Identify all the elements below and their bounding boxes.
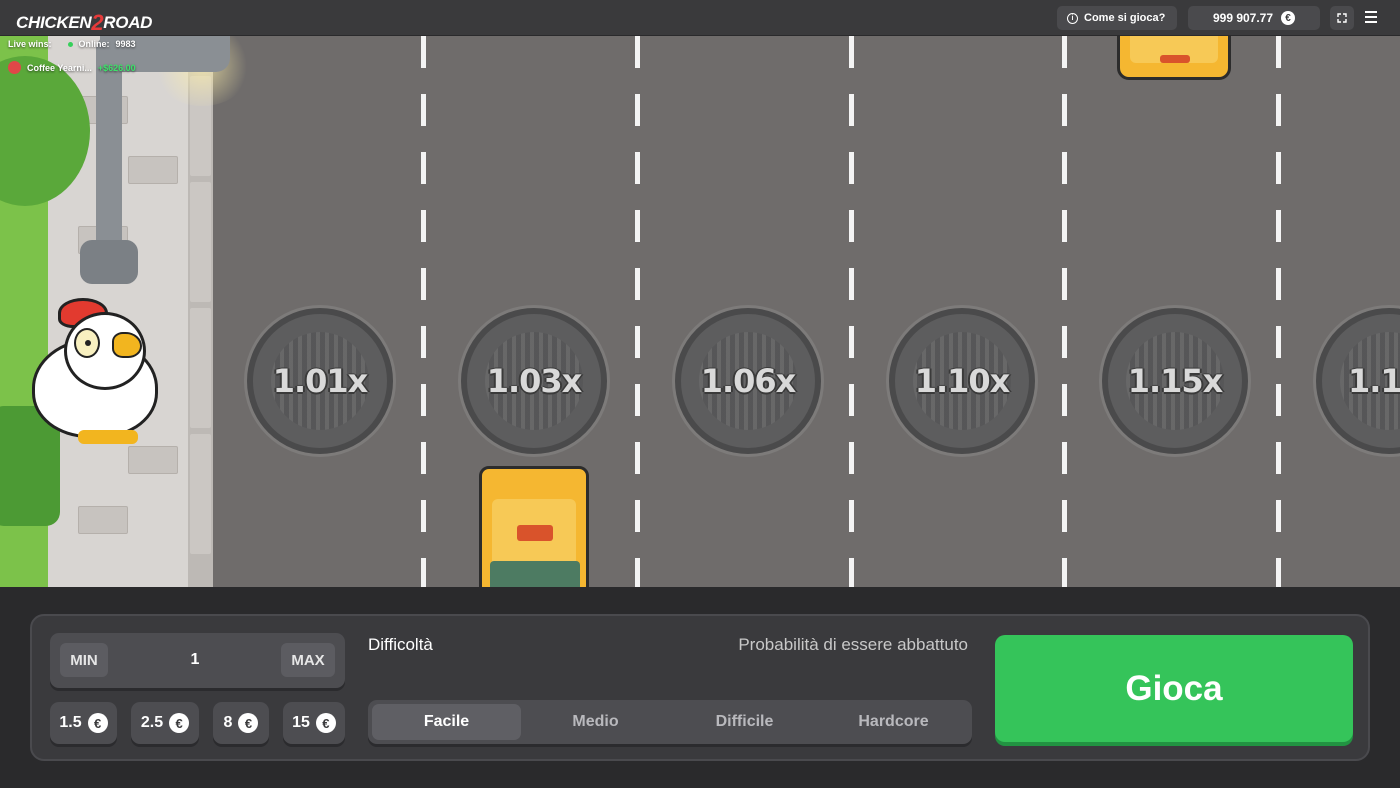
- logo-part-chicken: CHICKEN: [16, 13, 92, 32]
- quick-bet-value: 15: [292, 714, 310, 731]
- lane-divider: [635, 36, 640, 587]
- difficulty-selector: Facile Medio Difficile Hardcore: [368, 700, 972, 744]
- how-to-play-button[interactable]: i Come si gioca?: [1057, 6, 1177, 30]
- euro-icon: €: [238, 713, 259, 733]
- lane-divider: [1062, 36, 1067, 587]
- multiplier-label: 1.03x: [486, 362, 583, 400]
- menu-icon-line: [1365, 21, 1377, 23]
- car-light: [1160, 55, 1190, 63]
- lane-manhole[interactable]: 1.19: [1316, 308, 1400, 454]
- quick-bet-value: 8: [223, 714, 233, 731]
- game-scene: 1.01x 1.03x 1.06x 1.10x 1.15x 1.19: [0, 36, 1400, 587]
- probability-label: Probabilità di essere abbattuto: [738, 635, 968, 654]
- lane-divider: [1276, 36, 1281, 587]
- quick-bet-button[interactable]: 15 €: [283, 702, 345, 744]
- max-bet-button[interactable]: MAX: [281, 643, 335, 677]
- chicken-beak: [112, 332, 142, 358]
- fullscreen-button[interactable]: [1330, 6, 1354, 30]
- control-panel: MIN 1 MAX 1.5 € 2.5 € 8 € 15 € Difficolt…: [30, 614, 1370, 761]
- difficulty-tab-difficile[interactable]: Difficile: [670, 704, 819, 740]
- chicken-eye: [74, 328, 100, 358]
- menu-button[interactable]: [1365, 11, 1385, 25]
- lane-divider: [849, 36, 854, 587]
- lane-manhole[interactable]: 1.15x: [1102, 308, 1248, 454]
- multiplier-label: 1.10x: [914, 362, 1011, 400]
- menu-icon: [1365, 11, 1377, 13]
- difficulty-tab-hardcore[interactable]: Hardcore: [819, 704, 968, 740]
- quick-bet-value: 2.5: [140, 714, 164, 731]
- live-stats: Live wins: Online: 9983: [8, 39, 136, 49]
- multiplier-label: 1.15x: [1127, 362, 1224, 400]
- top-bar: CHICKEN2ROAD i Come si gioca? 999 907.77…: [0, 0, 1400, 36]
- curb-segment: [190, 308, 211, 428]
- lane-divider: [421, 36, 426, 587]
- car-taxi-top: [1117, 36, 1231, 80]
- fullscreen-icon: [1337, 13, 1347, 23]
- online-count: 9983: [115, 39, 136, 49]
- user-avatar-icon: [8, 61, 21, 74]
- car-windshield: [490, 561, 580, 587]
- street-lamp-base: [80, 240, 138, 284]
- balance-value: 999 907.77: [1212, 11, 1274, 25]
- euro-icon: €: [315, 713, 336, 733]
- difficulty-tab-facile[interactable]: Facile: [372, 704, 521, 740]
- game-logo: CHICKEN2ROAD: [16, 8, 153, 35]
- curb-segment: [190, 434, 211, 554]
- quick-bet-button[interactable]: 8 €: [213, 702, 269, 744]
- menu-icon-line: [1365, 16, 1377, 18]
- game-root: CHICKEN2ROAD i Come si gioca? 999 907.77…: [0, 0, 1400, 788]
- live-win-entry: Coffee Yearni... +$626.00: [8, 61, 136, 74]
- live-wins-label: Live wins:: [8, 39, 52, 49]
- euro-icon: €: [1281, 11, 1296, 25]
- lane-manhole[interactable]: 1.01x: [247, 308, 393, 454]
- brick: [128, 446, 178, 474]
- quick-bet-value: 1.5: [59, 714, 82, 731]
- balance-display: 999 907.77 €: [1188, 6, 1320, 30]
- logo-part-road: ROAD: [103, 13, 153, 32]
- chicken-feet: [78, 430, 138, 444]
- taxi-sign: [517, 525, 553, 541]
- min-bet-button[interactable]: MIN: [60, 643, 108, 677]
- online-dot-icon: [67, 41, 73, 47]
- brick: [78, 506, 128, 534]
- logo-part-number: 2: [91, 10, 104, 35]
- online-label: Online:: [78, 39, 110, 49]
- control-area: MIN 1 MAX 1.5 € 2.5 € 8 € 15 € Difficolt…: [0, 587, 1400, 788]
- lane-manhole[interactable]: 1.10x: [889, 308, 1035, 454]
- lane-manhole[interactable]: 1.06x: [675, 308, 821, 454]
- winner-amount: +$626.00: [97, 62, 136, 73]
- difficulty-tab-medio[interactable]: Medio: [521, 704, 670, 740]
- quick-bet-button[interactable]: 1.5 €: [50, 702, 117, 744]
- quick-bet-button[interactable]: 2.5 €: [131, 702, 199, 744]
- bet-amount-input[interactable]: 1: [130, 643, 260, 677]
- bet-amount-box: MIN 1 MAX: [50, 633, 345, 688]
- euro-icon: €: [87, 713, 108, 733]
- multiplier-label: 1.19: [1348, 362, 1400, 400]
- lane-manhole[interactable]: 1.03x: [461, 308, 607, 454]
- how-to-play-label: Come si gioca?: [1084, 12, 1166, 24]
- brick: [128, 156, 178, 184]
- winner-name: Coffee Yearni...: [27, 62, 92, 73]
- multiplier-label: 1.01x: [272, 362, 369, 400]
- play-button[interactable]: Gioca: [995, 635, 1353, 742]
- car-taxi-bottom: [479, 466, 589, 587]
- euro-icon: €: [169, 713, 190, 733]
- multiplier-label: 1.06x: [700, 362, 797, 400]
- chicken-player: [28, 298, 158, 448]
- difficulty-label: Difficoltà: [368, 635, 433, 654]
- info-icon: i: [1067, 12, 1078, 24]
- curb-segment: [190, 182, 211, 302]
